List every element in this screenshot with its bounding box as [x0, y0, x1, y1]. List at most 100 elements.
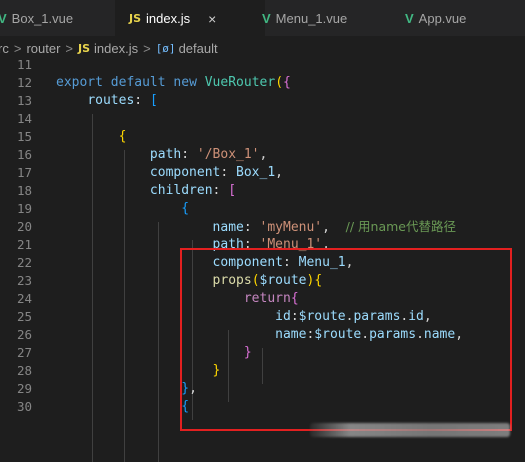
js-icon: JS — [78, 41, 91, 55]
line-number: 17 — [16, 165, 32, 180]
line-number: 24 — [16, 291, 32, 306]
tab-label: Box_1.vue — [11, 10, 74, 26]
line-number: 23 — [16, 273, 32, 288]
code-line[interactable]: 11 — [0, 60, 525, 74]
code-line[interactable]: 14 — [0, 110, 525, 128]
code-text: export default new VueRouter({ — [56, 74, 291, 92]
code-token: VueRouter — [204, 75, 276, 90]
code-token: { — [283, 75, 291, 90]
code-token: ( — [275, 75, 284, 90]
code-text: routes: [ — [56, 92, 158, 110]
line-number: 20 — [16, 219, 32, 234]
code-text: children: [ — [56, 182, 236, 200]
code-token: , — [259, 147, 268, 162]
tab-app-vue[interactable]: V App.vue — [405, 0, 515, 36]
vue-icon: V — [405, 10, 414, 26]
code-token: : — [212, 183, 229, 198]
code-text: { — [56, 128, 127, 146]
code-token: 'myMenu' — [259, 220, 323, 235]
code-token: children — [149, 183, 213, 198]
line-number: 26 — [16, 327, 32, 342]
code-token: export — [56, 75, 111, 90]
code-token: name — [212, 220, 244, 235]
code-line[interactable]: 20 name: 'myMenu', // 用name代替路径 — [0, 218, 525, 236]
code-text: name: 'myMenu', // 用name代替路径 — [56, 218, 456, 237]
line-number: 28 — [16, 363, 32, 378]
close-icon[interactable]: × — [208, 11, 216, 27]
code-token: { — [118, 129, 127, 144]
vue-icon: V — [0, 10, 7, 26]
tab-label: index.js — [146, 11, 191, 26]
code-token: , — [322, 220, 346, 235]
code-token: // 用name代替路径 — [345, 219, 456, 234]
code-token: : — [243, 220, 260, 235]
code-text: }, — [56, 380, 197, 398]
code-token: : — [181, 147, 197, 162]
line-number: 13 — [16, 93, 32, 108]
line-number: 19 — [16, 201, 32, 216]
tab-label: Menu_1.vue — [275, 10, 348, 26]
code-token: , — [275, 165, 283, 180]
code-line[interactable]: 17 component: Box_1, — [0, 164, 525, 182]
js-icon: JS — [129, 12, 142, 25]
code-line[interactable]: 12 export default new VueRouter({ — [0, 74, 525, 92]
tab-label: App.vue — [418, 10, 467, 26]
watermark-blur — [310, 423, 510, 437]
breadcrumb-item-router[interactable]: router — [26, 41, 60, 56]
code-token: : — [134, 93, 150, 108]
code-token: { — [181, 201, 190, 216]
line-number: 29 — [16, 381, 32, 396]
code-token: component — [149, 165, 221, 180]
line-number: 12 — [16, 75, 32, 90]
code-token: '/Box_1' — [196, 147, 260, 162]
chevron-right-icon: > — [143, 40, 151, 56]
code-token: default — [110, 75, 174, 90]
code-token: path — [149, 147, 182, 162]
chevron-right-icon: > — [13, 40, 22, 56]
symbol-variable-icon: [ø] — [155, 41, 176, 55]
code-token: Box_1 — [236, 165, 276, 180]
breadcrumb: rc > router > JS index.js > [ø] default — [0, 36, 525, 60]
breadcrumb-item-file[interactable]: index.js — [94, 41, 138, 56]
tab-box1-vue[interactable]: V Box_1.vue — [0, 0, 96, 36]
line-number: 25 — [16, 309, 32, 324]
line-number: 11 — [16, 60, 32, 72]
tab-menu1-vue[interactable]: V Menu_1.vue — [262, 0, 382, 36]
line-number: 15 — [16, 129, 32, 144]
line-number: 18 — [16, 183, 32, 198]
code-text: path: '/Box_1', — [56, 146, 267, 164]
code-line[interactable]: 15 { — [0, 128, 525, 146]
breadcrumb-item-src[interactable]: rc — [0, 41, 9, 56]
code-text: { — [56, 200, 189, 218]
line-number: 22 — [16, 255, 32, 270]
vue-icon: V — [262, 10, 271, 26]
line-number: 14 — [16, 111, 32, 126]
code-token: [ — [228, 183, 237, 198]
breadcrumb-item-symbol[interactable]: default — [179, 41, 218, 56]
chevron-right-icon: > — [65, 40, 73, 56]
code-token: : — [220, 165, 237, 180]
line-number: 30 — [16, 399, 32, 414]
code-line[interactable]: 16 path: '/Box_1', — [0, 146, 525, 164]
code-token: new — [173, 75, 205, 90]
code-line[interactable]: 19 { — [0, 200, 525, 218]
code-text: component: Box_1, — [56, 164, 283, 182]
code-line[interactable]: 18 children: [ — [0, 182, 525, 200]
code-token: [ — [149, 93, 158, 108]
code-token: routes — [87, 93, 135, 108]
highlight-box — [180, 248, 512, 431]
tab-bar: V Box_1.vue JS index.js × V Menu_1.vue V… — [0, 0, 525, 36]
tab-index-js[interactable]: JS index.js × — [115, 0, 265, 36]
line-number: 21 — [16, 237, 32, 252]
code-line[interactable]: 13 routes: [ — [0, 92, 525, 110]
code-text: { — [56, 398, 189, 416]
